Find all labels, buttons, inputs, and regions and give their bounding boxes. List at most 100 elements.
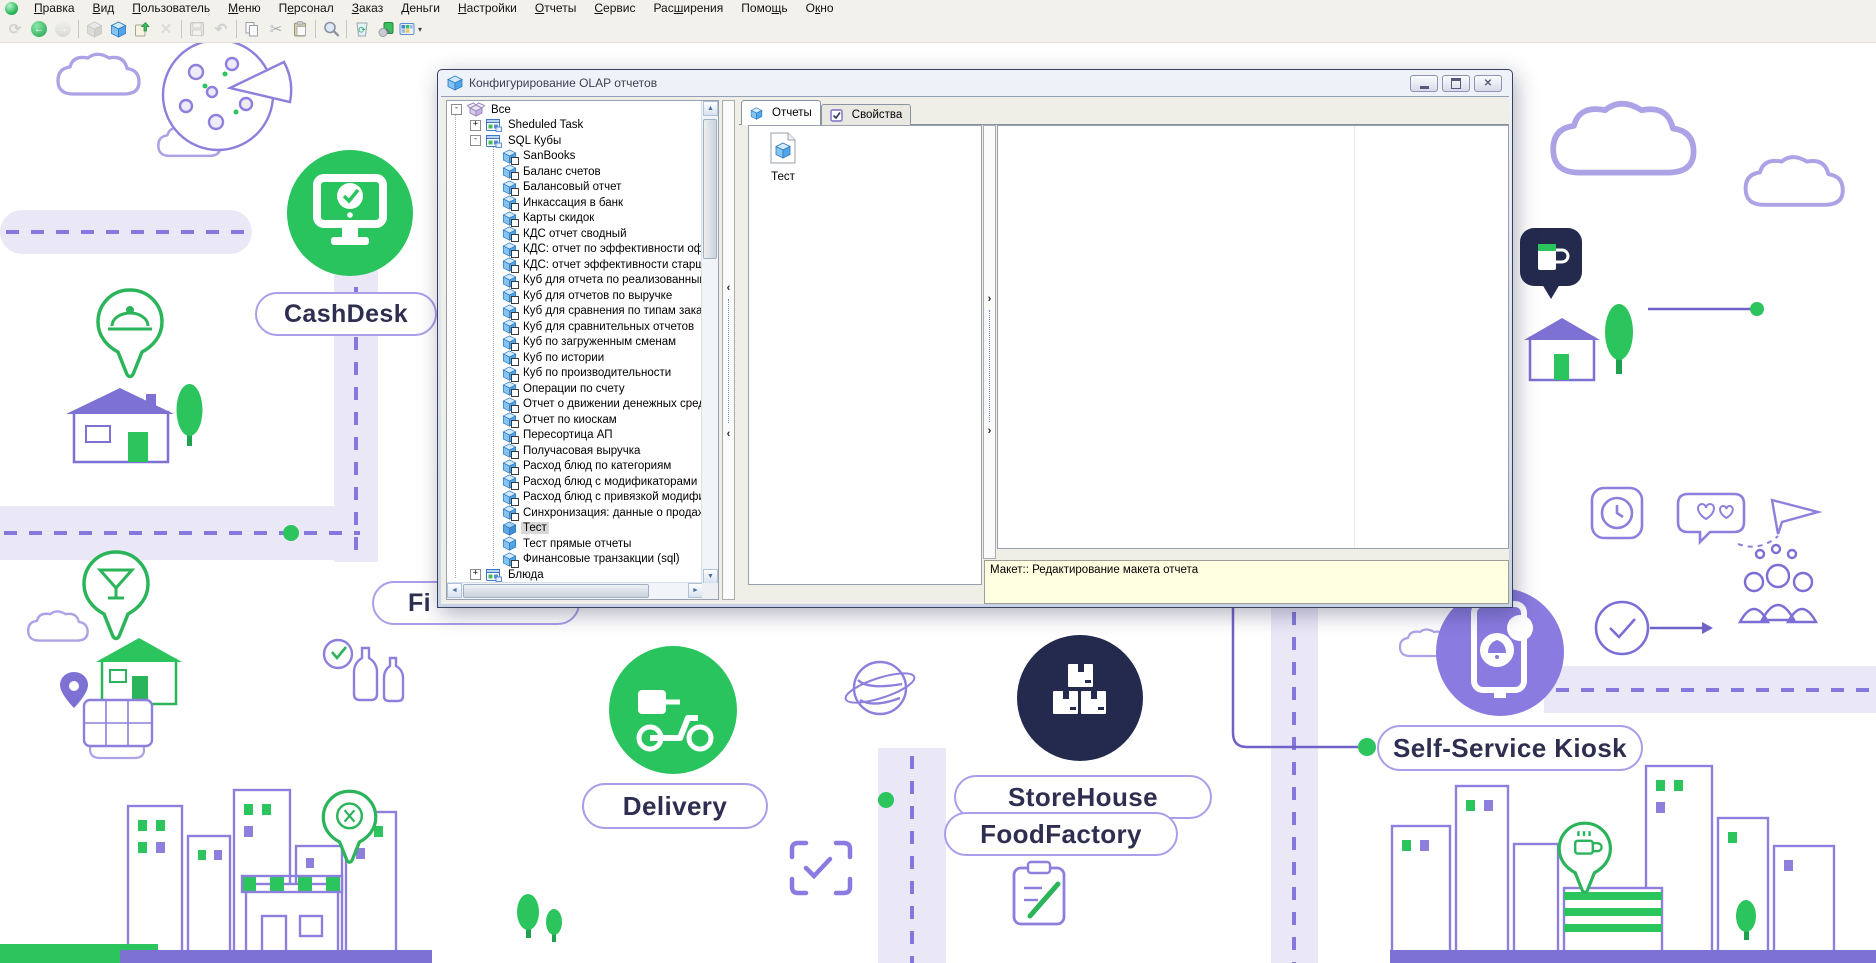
reports-splitter[interactable] bbox=[983, 125, 996, 559]
menu-item-12[interactable]: Помощь bbox=[732, 0, 796, 16]
tree-splitter[interactable] bbox=[722, 100, 735, 600]
tab-properties[interactable]: Свойства bbox=[821, 104, 912, 125]
tree-item[interactable]: Отчет о движении денежных средс bbox=[448, 397, 702, 413]
menu-item-8[interactable]: Настройки bbox=[449, 0, 526, 16]
tree-item[interactable]: Инкассация в банк bbox=[448, 195, 702, 211]
toolbar-button-search-icon[interactable] bbox=[319, 18, 343, 40]
tree-item-label: Финансовые транзакции (sql) bbox=[521, 553, 682, 565]
tree-item[interactable]: Баланс счетов bbox=[448, 164, 702, 180]
tree-item[interactable]: Операции по счету bbox=[448, 381, 702, 397]
menu-item-7[interactable]: Деньги bbox=[392, 0, 449, 16]
tree-expand-toggle[interactable]: + bbox=[470, 569, 481, 580]
tree-item[interactable]: -Все bbox=[448, 102, 702, 118]
tree-expand-toggle[interactable]: - bbox=[451, 104, 462, 115]
toolbar-button-cut-icon[interactable]: ✂ bbox=[264, 18, 288, 40]
menu-item-13[interactable]: Окно bbox=[797, 0, 843, 16]
menu-item-5[interactable]: Персонал bbox=[270, 0, 343, 16]
toolbar-button-save-icon[interactable] bbox=[185, 18, 209, 40]
maximize-button[interactable] bbox=[1442, 75, 1470, 92]
tree-item[interactable]: Куб по загруженным сменам bbox=[448, 335, 702, 351]
tree-item[interactable]: КДС: отчет эффективности старши bbox=[448, 257, 702, 273]
tree-item[interactable]: Карты скидок bbox=[448, 211, 702, 227]
report-item[interactable]: Тест bbox=[759, 132, 807, 183]
splitter-collapse-icon[interactable] bbox=[723, 283, 734, 293]
toolbar-button-back-icon[interactable]: ← bbox=[27, 18, 51, 40]
toolbar-button-cube-gray-icon[interactable] bbox=[82, 18, 106, 40]
tree-item[interactable]: Расход блюд с модификаторами bbox=[448, 474, 702, 490]
toolbar-button-undo-icon[interactable]: ↶ bbox=[209, 18, 233, 40]
tree-item-label: Куб по производительности bbox=[521, 367, 673, 379]
toolbar-button-copy-icon[interactable] bbox=[240, 18, 264, 40]
foodfactory-label: FoodFactory bbox=[944, 812, 1178, 856]
tree-item[interactable]: Финансовые транзакции (sql) bbox=[448, 552, 702, 568]
tree-item[interactable]: Куб по истории bbox=[448, 350, 702, 366]
splitter-expand-icon[interactable] bbox=[984, 294, 995, 304]
tree-item[interactable]: Тест bbox=[448, 521, 702, 537]
scroll-right-button[interactable] bbox=[688, 583, 703, 598]
minimize-button[interactable] bbox=[1410, 75, 1438, 92]
tree-item[interactable]: КДС: отчет по эффективности офи bbox=[448, 242, 702, 258]
toolbar-button-paste-icon[interactable] bbox=[288, 18, 312, 40]
close-button[interactable] bbox=[1474, 75, 1502, 92]
menu-item-11[interactable]: Расширения bbox=[644, 0, 732, 16]
toolbar-button-delete-icon[interactable]: ✕ bbox=[154, 18, 178, 40]
tree-item[interactable]: SanBooks bbox=[448, 149, 702, 165]
menu-item-9[interactable]: Отчеты bbox=[526, 0, 586, 16]
green-house-illustration bbox=[96, 638, 182, 704]
toolbar-button-forward-icon[interactable]: → bbox=[51, 18, 75, 40]
scroll-left-button[interactable] bbox=[447, 583, 462, 598]
tree-vertical-scrollbar[interactable] bbox=[701, 101, 718, 584]
tree-item[interactable]: Балансовый отчет bbox=[448, 180, 702, 196]
tree-item-label: Тест прямые отчеты bbox=[521, 538, 633, 550]
vertical-scroll-thumb[interactable] bbox=[703, 119, 717, 259]
scroll-up-button[interactable] bbox=[703, 101, 718, 116]
tree-item[interactable]: Куб для сравнения по типам заказ bbox=[448, 304, 702, 320]
tree-item[interactable]: Отчет по киоскам bbox=[448, 412, 702, 428]
tree-item[interactable]: Расход блюд с привязкой модифик bbox=[448, 490, 702, 506]
tree-item[interactable]: Синхронизация: данные о продажа bbox=[448, 505, 702, 521]
toolbar-button-export-icon[interactable] bbox=[374, 18, 398, 40]
layout-editor-area[interactable] bbox=[997, 125, 1509, 549]
horizontal-scroll-thumb[interactable] bbox=[463, 584, 649, 598]
tree-expand-toggle[interactable]: + bbox=[470, 120, 481, 131]
tree-item[interactable]: +Sheduled Task bbox=[448, 118, 702, 134]
menu-item-1[interactable]: Правка bbox=[25, 0, 84, 16]
tree-horizontal-scrollbar[interactable] bbox=[447, 582, 703, 599]
splitter-expand-icon[interactable] bbox=[984, 426, 995, 436]
tree-item[interactable]: Куб для сравнительных отчетов bbox=[448, 319, 702, 335]
cube-icon bbox=[502, 195, 517, 210]
menu-item-3[interactable]: Пользователь bbox=[123, 0, 219, 16]
splitter-collapse-icon[interactable] bbox=[723, 429, 734, 439]
tree-item[interactable]: Пересортица АП bbox=[448, 428, 702, 444]
tree-item-label: Отчет о движении денежных средс bbox=[521, 398, 702, 410]
dropdown-caret-icon[interactable]: ▾ bbox=[418, 25, 422, 34]
tree-item-label: Инкассация в банк bbox=[521, 197, 625, 209]
toolbar-button-grid-icon[interactable]: ▾ bbox=[398, 18, 422, 40]
paper-plane-icon bbox=[1738, 500, 1818, 547]
menu-item-2[interactable]: Вид bbox=[84, 0, 124, 16]
tree-item[interactable]: Куб для отчетов по выручке bbox=[448, 288, 702, 304]
toolbar-button-refresh-icon[interactable]: ⟳ bbox=[3, 18, 27, 40]
scroll-down-button[interactable] bbox=[703, 569, 718, 584]
tab-reports[interactable]: Отчеты bbox=[741, 100, 821, 125]
menu-item-10[interactable]: Сервис bbox=[585, 0, 644, 16]
tree-expand-toggle[interactable]: - bbox=[470, 135, 481, 146]
tree-item[interactable]: Получасовая выручка bbox=[448, 443, 702, 459]
toolbar-button-cube-blue-icon[interactable] bbox=[106, 18, 130, 40]
toolbar-button-recycle-icon[interactable]: ⟳ bbox=[350, 18, 374, 40]
tree-item[interactable]: КДС отчет сводный bbox=[448, 226, 702, 242]
title-bar[interactable]: Конфигурирование OLAP отчетов bbox=[438, 70, 1512, 96]
cube-icon bbox=[750, 107, 763, 120]
menu-item-6[interactable]: Заказ bbox=[343, 0, 392, 16]
tree-item[interactable]: Куб по производительности bbox=[448, 366, 702, 382]
menu-item-4[interactable]: Меню bbox=[219, 0, 269, 16]
tree-item[interactable]: +Блюда bbox=[448, 567, 702, 583]
tree-item[interactable]: Тест прямые отчеты bbox=[448, 536, 702, 552]
tree-item[interactable]: Куб для отчета по реализованным bbox=[448, 273, 702, 289]
tree-item-label: КДС: отчет по эффективности офи bbox=[521, 243, 702, 255]
tree-item[interactable]: -SQL Кубы bbox=[448, 133, 702, 149]
tree-item[interactable]: Расход блюд по категориям bbox=[448, 459, 702, 475]
reports-list-panel[interactable]: Тест bbox=[748, 125, 982, 585]
delivery-icon bbox=[609, 646, 737, 774]
toolbar-button-import-icon[interactable] bbox=[130, 18, 154, 40]
